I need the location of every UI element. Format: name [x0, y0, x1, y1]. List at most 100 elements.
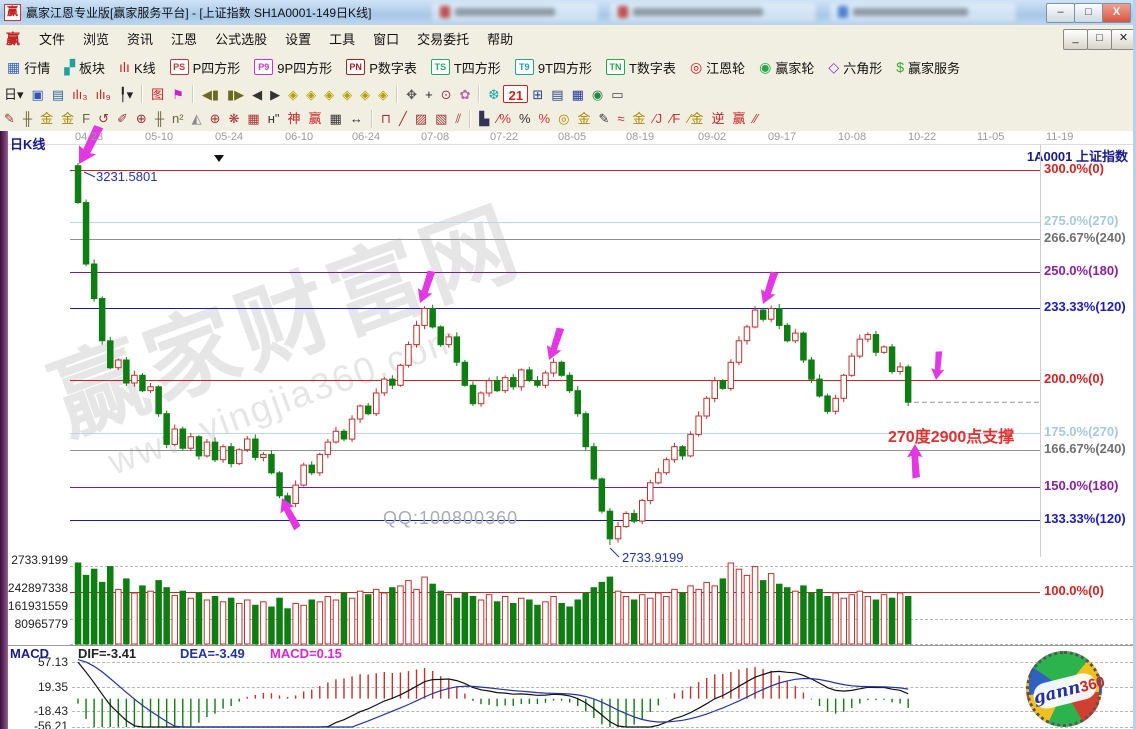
calculator-icon[interactable]: ⊞ [528, 85, 547, 104]
gann-circle-icon[interactable]: ⊕ [206, 109, 225, 128]
screenshot-icon[interactable]: ▣ [28, 85, 48, 104]
menu-工具[interactable]: 工具 [320, 29, 364, 50]
t-square-button[interactable]: TST四方形 [424, 56, 508, 79]
ying-angle-icon[interactable]: 赢 [729, 109, 750, 128]
ying-tool-icon[interactable]: 赢 [305, 109, 326, 128]
gold-circle-icon[interactable]: ◎ [554, 109, 573, 128]
wave-icon[interactable]: ≈ [613, 109, 628, 128]
maximize-button[interactable]: □ [1074, 3, 1103, 23]
quotes-button[interactable]: ▦行情 [0, 56, 57, 79]
gann-wheel-button[interactable]: ◎江恩轮 [683, 56, 752, 79]
wave-mark-icon[interactable]: ʜ" [264, 109, 284, 128]
ruler-123-icon[interactable]: ▦ [326, 109, 346, 128]
diamond-right-icon[interactable]: ◈ [302, 85, 320, 104]
close-button[interactable]: X [1102, 3, 1131, 23]
price-grid-icon[interactable]: ▙ [475, 109, 493, 128]
mdi-minimize-button[interactable]: _ [1063, 29, 1088, 50]
fan-lines-icon[interactable]: ╱ [395, 109, 411, 128]
prev-bar-icon[interactable]: ◀ [248, 85, 266, 104]
brush-icon[interactable]: ✐ [113, 109, 132, 128]
shaded-fan-icon[interactable]: ▨ [411, 109, 431, 128]
p-number-table-button[interactable]: PNP数字表 [339, 56, 424, 79]
crosshair-icon[interactable]: + [421, 85, 437, 104]
diamond-v-expand-icon[interactable]: ◈ [356, 85, 374, 104]
angle-gold-icon[interactable]: ∕金 [684, 109, 707, 128]
diamond-h-expand-icon[interactable]: ◈ [320, 85, 338, 104]
blurred-tab[interactable] [610, 3, 816, 21]
color-flag-icon[interactable]: ⚑ [168, 85, 188, 104]
reverse-angle-icon[interactable]: 逆 [707, 109, 728, 128]
hand-tool-icon[interactable]: ✥ [402, 85, 421, 104]
ruler-grid-icon[interactable]: ╫ [151, 109, 168, 128]
menu-公式选股[interactable]: 公式选股 [206, 29, 276, 50]
winner-service-button[interactable]: $赢家服务 [889, 56, 967, 79]
pencil-icon[interactable]: ✎ [0, 109, 19, 128]
ai-icon[interactable]: ❆ [484, 85, 503, 104]
span-icon[interactable]: ↔ [346, 109, 367, 128]
spiral-icon[interactable]: ↺ [94, 109, 113, 128]
gold-angle-icon[interactable]: 金 [629, 109, 650, 128]
menu-文件[interactable]: 文件 [30, 29, 74, 50]
pattern-icon[interactable]: 图 [147, 85, 168, 104]
menu-浏览[interactable]: 浏览 [74, 29, 118, 50]
p-square-button[interactable]: PSP四方形 [163, 56, 248, 79]
menu-窗口[interactable]: 窗口 [364, 29, 408, 50]
fibonacci-icon[interactable]: F [78, 109, 94, 128]
calendar-21-icon[interactable]: 21 [503, 85, 528, 103]
minimize-button[interactable]: – [1046, 3, 1075, 23]
gold-extend-icon[interactable]: 金 [57, 109, 78, 128]
blurred-tab[interactable] [432, 3, 598, 21]
mdi-restore-button[interactable]: □ [1087, 29, 1112, 50]
last-bar-icon[interactable]: ▮▶ [223, 85, 248, 104]
ink-brush-icon[interactable]: ✎ [594, 109, 613, 128]
first-bar-icon[interactable]: ◀▮ [198, 85, 223, 104]
menu-设置[interactable]: 设置 [276, 29, 320, 50]
t-number-table-button[interactable]: TNT数字表 [599, 56, 683, 79]
diamond-left-icon[interactable]: ◈ [284, 85, 302, 104]
hexagon-button[interactable]: ◇六角形 [821, 56, 889, 79]
multi-angle-icon[interactable]: ∕∕ [750, 109, 762, 128]
export-icon[interactable]: ◉ [588, 85, 607, 104]
menu-交易委托[interactable]: 交易委托 [408, 29, 478, 50]
parallel-lines-icon[interactable]: ⫽ [451, 109, 465, 128]
period-day-dropdown[interactable]: 日▾ [0, 85, 28, 104]
zoom-tool-icon[interactable]: ⊙ [437, 85, 456, 104]
box-tool-icon[interactable]: ⊓ [377, 109, 395, 128]
angle-j-icon[interactable]: ∕J [650, 109, 667, 128]
gold-line-icon[interactable]: 金 [573, 109, 594, 128]
angle-percent-icon[interactable]: ∕% [493, 109, 515, 128]
sectors-button[interactable]: ▞板块 [57, 56, 112, 79]
percent-line-icon[interactable]: % [535, 109, 555, 128]
next-bar-icon[interactable]: ▶ [266, 85, 284, 104]
n-square-icon[interactable]: n² [168, 109, 188, 128]
kline-button[interactable]: ılıK线 [112, 56, 163, 79]
angle-f-icon[interactable]: ∕F [666, 109, 684, 128]
shen-tool-icon[interactable]: 神 [284, 109, 305, 128]
angle-ruler-icon[interactable]: ◭ [188, 109, 206, 128]
gann-star-icon[interactable]: ❋ [225, 109, 244, 128]
gann-grid-icon[interactable]: ▦ [243, 109, 263, 128]
gold-split-icon[interactable]: 金 [36, 109, 57, 128]
candle-style-dropdown[interactable]: ╿▾ [115, 85, 137, 104]
diamond-h-compress-icon[interactable]: ◈ [338, 85, 356, 104]
blurred-tab[interactable] [830, 3, 1016, 21]
menu-江恩[interactable]: 江恩 [162, 29, 206, 50]
chart-3-icon[interactable]: ılı₃ [68, 85, 91, 104]
diamond-expand-all-icon[interactable]: ◈ [374, 85, 392, 104]
save-icon[interactable]: ▦ [568, 85, 588, 104]
grid-icon[interactable]: ╫ [19, 109, 36, 128]
notepad-icon[interactable]: ▤ [547, 85, 567, 104]
circle-cycle-icon[interactable]: ⊕ [132, 109, 151, 128]
menu-帮助[interactable]: 帮助 [478, 29, 522, 50]
clipboard-icon[interactable]: ▤ [48, 85, 68, 104]
chart-9-icon[interactable]: ılı₉ [92, 85, 115, 104]
notes-icon[interactable]: ✿ [456, 85, 475, 104]
mdi-close-button[interactable]: ✕ [1111, 29, 1136, 50]
t9-square-button[interactable]: T99T四方形 [508, 56, 599, 79]
menu-资讯[interactable]: 资讯 [118, 29, 162, 50]
print-icon[interactable]: ▭ [607, 85, 627, 104]
percent-icon[interactable]: % [515, 109, 535, 128]
winner-wheel-button[interactable]: ◉赢家轮 [752, 56, 821, 79]
shaded-box-icon[interactable]: ▧ [431, 109, 451, 128]
p9-square-button[interactable]: P99P四方形 [247, 56, 339, 79]
